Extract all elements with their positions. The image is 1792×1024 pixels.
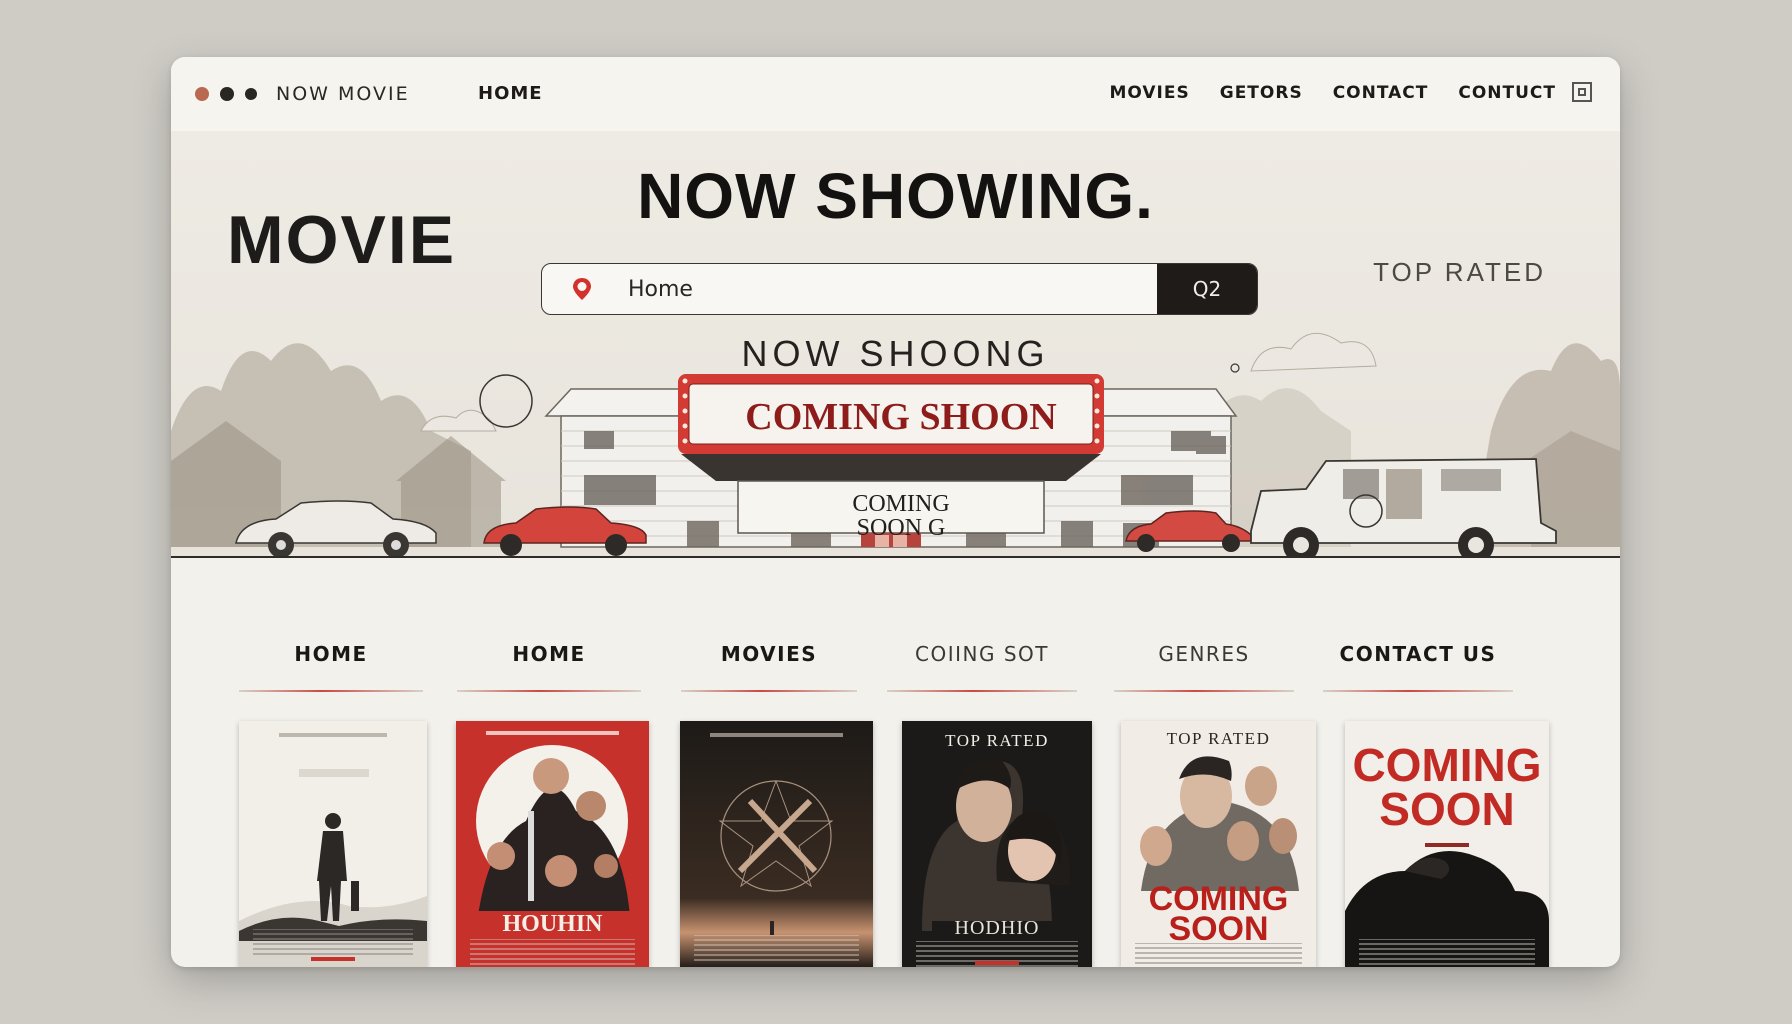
site-brand[interactable]: NOW MOVIE — [276, 83, 410, 105]
tab-movies[interactable]: MOVIES — [681, 628, 857, 692]
movie-poster[interactable] — [239, 721, 427, 967]
tab-genres[interactable]: GENRES — [1114, 628, 1294, 692]
movie-poster[interactable]: HOUHIN — [456, 721, 649, 967]
tab-home-2[interactable]: HOME — [457, 628, 641, 692]
search-input[interactable] — [606, 264, 1157, 314]
search-button[interactable]: Q2 — [1157, 264, 1257, 314]
hero-banner: MOVIE NOW SHOWING. Q2 TOP RATED NOW SHOO… — [171, 131, 1620, 617]
marquee-heading: NOW SHOONG — [741, 333, 1050, 374]
credits-block — [1135, 943, 1302, 967]
page-title: NOW SHOWING. — [637, 160, 1154, 232]
movie-poster[interactable]: COMING SOON — [1345, 721, 1549, 967]
nav-getors-link[interactable]: GETORS — [1220, 83, 1303, 103]
section-tabs: HOME HOME MOVIES COIING SOT GENRES CONTA… — [239, 628, 1555, 692]
credits-block — [253, 929, 413, 955]
marquee-sign-text: COMING SHOON — [745, 396, 1057, 438]
poster-top-label: TOP RATED — [1166, 729, 1271, 748]
top-bar: NOW MOVIE HOME MOVIES GETORS CONTACT CON… — [171, 57, 1620, 131]
poster-title-line-2: SOON — [1379, 783, 1515, 835]
poster-title: HOUHIN — [502, 911, 603, 937]
tab-contact-us[interactable]: CONTACT US — [1323, 628, 1513, 692]
poster-top-label: TOP RATED — [945, 731, 1049, 750]
poster-accent-bar — [975, 961, 1019, 965]
movie-poster[interactable] — [680, 721, 873, 967]
minimize-dot-icon[interactable] — [220, 87, 234, 101]
window-expand-icon[interactable] — [1572, 82, 1592, 102]
maximize-dot-icon[interactable] — [245, 88, 257, 100]
tab-home[interactable]: HOME — [239, 628, 423, 692]
board-text-line-2: SOON G — [856, 515, 946, 541]
search-bar: Q2 — [541, 263, 1258, 315]
credits-block — [470, 939, 635, 965]
window-controls — [195, 87, 257, 101]
top-nav: MOVIES GETORS CONTACT CONTUCT — [1109, 83, 1556, 103]
credits-block — [1359, 939, 1535, 965]
close-dot-icon[interactable] — [195, 87, 209, 101]
browser-window: NOW MOVIE HOME MOVIES GETORS CONTACT CON… — [171, 57, 1620, 967]
nav-home-link[interactable]: HOME — [478, 83, 543, 104]
nav-movies-link[interactable]: MOVIES — [1109, 83, 1189, 103]
movie-poster[interactable]: TOP RATED HODHIO — [902, 721, 1092, 967]
poster-title-line-2: SOON — [1168, 910, 1269, 948]
board-text-line-1: COMING — [852, 491, 950, 517]
nav-contact-link[interactable]: CONTACT — [1333, 83, 1429, 103]
poster-accent-bar — [311, 957, 355, 961]
poster-title-line-1: COMING — [1352, 739, 1542, 791]
poster-title: HODHIO — [954, 917, 1040, 939]
poster-grid: HOUHIN TOP RATED HODHIO TOP RATED COMING… — [239, 721, 1555, 967]
location-pin-icon — [558, 264, 606, 314]
credits-block — [694, 935, 859, 961]
top-rated-link[interactable]: TOP RATED — [1373, 257, 1546, 288]
tab-coming-soon[interactable]: COIING SOT — [887, 628, 1077, 692]
cosmic-artwork — [680, 721, 873, 967]
nav-contuct-link[interactable]: CONTUCT — [1458, 83, 1556, 103]
movie-poster[interactable]: TOP RATED COMING SOON — [1121, 721, 1316, 967]
